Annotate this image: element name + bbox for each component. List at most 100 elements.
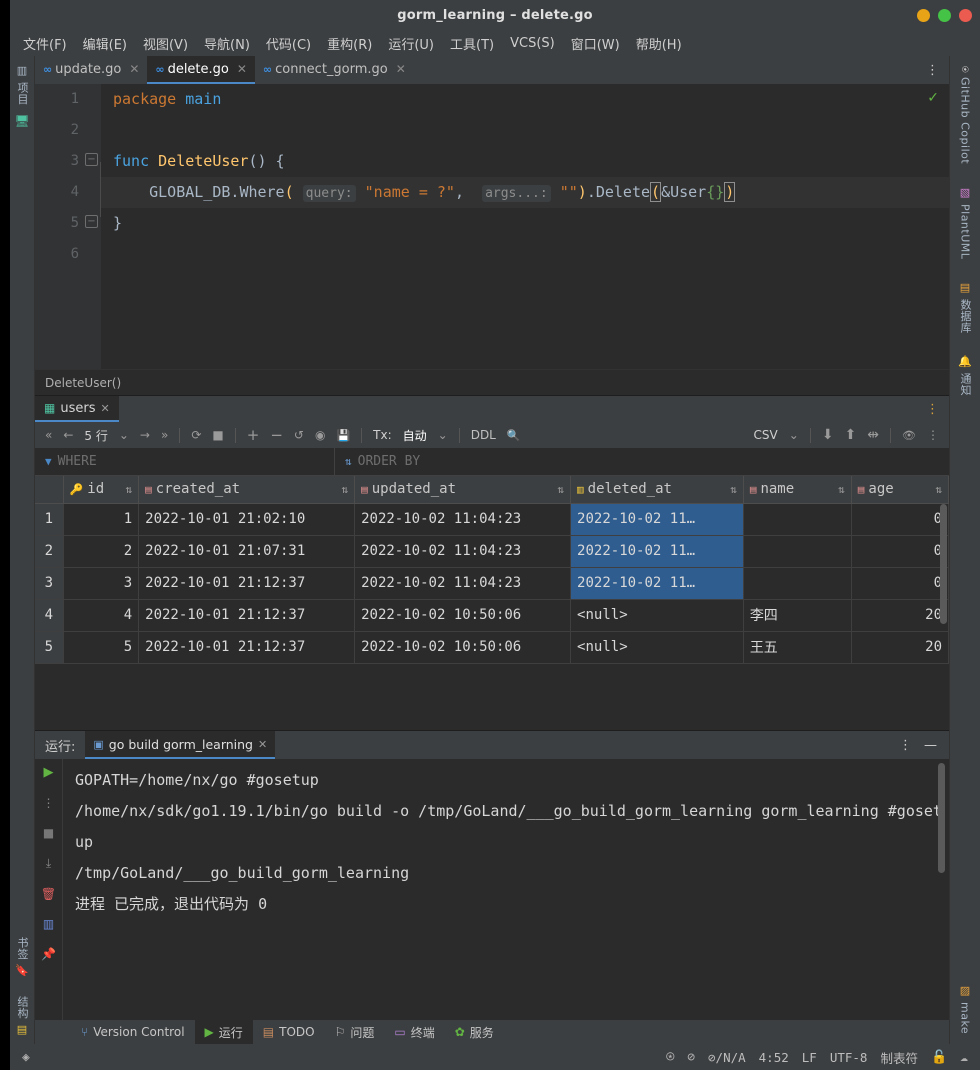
line-separator-label[interactable]: LF	[802, 1050, 817, 1065]
cell-deleted-at[interactable]: 2022-10-02 11…	[570, 567, 744, 600]
commit-icon[interactable]: 🖥	[14, 115, 29, 127]
caret-position-label[interactable]: 4:52	[759, 1050, 789, 1065]
sort-indicator-icon[interactable]: ⇅	[730, 483, 737, 496]
import-data-button[interactable]: ⬆	[841, 427, 861, 443]
cell-updated-at[interactable]: 2022-10-02 11:04:23	[354, 567, 572, 600]
cell-deleted-at[interactable]: 2022-10-02 11…	[570, 503, 744, 536]
cell-age[interactable]: 20	[851, 631, 949, 664]
cloud-icon[interactable]: ☁	[960, 1050, 968, 1065]
table-row[interactable]: 1 1 2022-10-01 21:02:10 2022-10-02 11:04…	[35, 503, 949, 536]
ddl-button[interactable]: DDL	[467, 428, 500, 442]
cell-created-at[interactable]: 2022-10-01 21:02:10	[138, 503, 356, 536]
cell-id[interactable]: 1	[63, 503, 140, 536]
chevron-down-icon[interactable]: ⌄	[785, 428, 803, 442]
fold-collapse-icon[interactable]: −	[85, 153, 98, 166]
sort-indicator-icon[interactable]: ⇅	[557, 483, 564, 496]
column-header-id[interactable]: 🔑 id ⇅	[63, 476, 140, 504]
tool-window-version-control[interactable]: ⑂ Version Control	[71, 1020, 195, 1044]
sidebar-item-make[interactable]: ▨ make	[959, 980, 972, 1038]
cell-deleted-at[interactable]: <null>	[570, 631, 744, 664]
cell-deleted-at[interactable]: 2022-10-02 11…	[570, 535, 744, 568]
menu-item-refactor[interactable]: 重构(R)	[320, 32, 379, 55]
menu-item-code[interactable]: 代码(C)	[259, 32, 318, 55]
column-header-age[interactable]: ▤ age ⇅	[851, 476, 949, 504]
cell-created-at[interactable]: 2022-10-01 21:07:31	[138, 535, 356, 568]
menu-item-vcs[interactable]: VCS(S)	[503, 34, 562, 53]
sidebar-item-notifications[interactable]: 🔔 通知	[957, 351, 973, 400]
cell-updated-at[interactable]: 2022-10-02 10:50:06	[354, 599, 572, 632]
run-minimize-button[interactable]: —	[924, 738, 937, 753]
cell-name[interactable]: 李四	[743, 599, 852, 632]
menu-item-file[interactable]: 文件(F)	[16, 32, 74, 55]
run-configuration-tab[interactable]: ▣ go build gorm_learning ✕	[85, 731, 276, 759]
database-more-button[interactable]: ⋮	[923, 428, 943, 442]
close-icon[interactable]: ✕	[237, 62, 247, 76]
tool-window-todo[interactable]: ▤ TODO	[253, 1020, 325, 1044]
cell-id[interactable]: 3	[63, 567, 140, 600]
run-options-icon[interactable]: ⋮	[43, 796, 55, 810]
close-icon[interactable]: ✕	[129, 62, 139, 76]
cell-name[interactable]	[743, 567, 852, 600]
menu-item-navigate[interactable]: 导航(N)	[197, 32, 257, 55]
breadcrumb[interactable]: DeleteUser()	[35, 369, 949, 395]
first-page-button[interactable]: «	[41, 428, 56, 442]
editor-tabs-more-button[interactable]: ⋮	[916, 56, 949, 84]
cell-deleted-at[interactable]: <null>	[570, 599, 744, 632]
tool-window-problems[interactable]: ⚐ 问题	[325, 1020, 385, 1044]
minimize-button[interactable]	[917, 8, 930, 22]
refresh-button[interactable]: ⟳	[187, 428, 205, 442]
menu-item-window[interactable]: 窗口(W)	[564, 32, 627, 55]
table-row[interactable]: 3 3 2022-10-01 21:12:37 2022-10-02 11:04…	[35, 567, 949, 600]
sidebar-item-project[interactable]: ▥ 项目	[14, 60, 30, 109]
inspection-ok-icon[interactable]: ✓	[927, 90, 939, 106]
close-icon[interactable]: ✕	[258, 738, 267, 751]
database-tab-users[interactable]: ▦ users ✕	[35, 396, 119, 422]
close-icon[interactable]: ✕	[100, 402, 109, 415]
cell-created-at[interactable]: 2022-10-01 21:12:37	[138, 599, 356, 632]
cell-name[interactable]	[743, 535, 852, 568]
column-header-created-at[interactable]: ▤ created_at ⇅	[138, 476, 356, 504]
editor-tab-delete-go[interactable]: ∞ delete.go ✕	[147, 56, 255, 84]
sort-indicator-icon[interactable]: ⇅	[341, 483, 348, 496]
layout-icon[interactable]: ▥	[43, 917, 54, 931]
cell-id[interactable]: 2	[63, 535, 140, 568]
database-tab-more-button[interactable]: ⋮	[916, 396, 949, 422]
sort-indicator-icon[interactable]: ⇅	[935, 483, 942, 496]
transaction-mode-value[interactable]: 自动	[399, 427, 431, 444]
view-value-button[interactable]: ◉	[311, 428, 329, 442]
tool-window-terminal[interactable]: ▭ 终端	[384, 1020, 444, 1044]
table-row[interactable]: 5 5 2022-10-01 21:12:37 2022-10-02 10:50…	[35, 631, 949, 664]
stop-button[interactable]: ■	[208, 428, 227, 442]
chevron-down-icon[interactable]: ⌄	[115, 428, 133, 442]
console-vertical-scrollbar[interactable]	[938, 763, 945, 873]
stop-icon[interactable]: ■	[43, 826, 54, 840]
scroll-to-end-icon[interactable]: ⤓	[46, 856, 51, 871]
table-row[interactable]: 2 2 2022-10-01 21:07:31 2022-10-02 11:04…	[35, 535, 949, 568]
close-button[interactable]	[959, 8, 972, 22]
menu-item-help[interactable]: 帮助(H)	[629, 32, 689, 55]
indent-label[interactable]: 制表符	[880, 1048, 918, 1067]
close-icon[interactable]: ✕	[396, 62, 406, 76]
inspection-icon[interactable]: ⊘	[687, 1050, 695, 1065]
cell-name[interactable]	[743, 503, 852, 536]
cell-age[interactable]: 0	[851, 567, 949, 600]
export-data-button[interactable]: ⬇	[818, 427, 838, 443]
cell-id[interactable]: 4	[63, 599, 140, 632]
cell-updated-at[interactable]: 2022-10-02 11:04:23	[354, 503, 572, 536]
sort-indicator-icon[interactable]: ⇅	[838, 483, 845, 496]
run-more-button[interactable]: ⋮	[899, 738, 912, 753]
sidebar-item-plantuml[interactable]: ▧ PlantUML	[959, 182, 972, 263]
tool-window-services[interactable]: ✿ 服务	[445, 1020, 504, 1044]
prev-page-button[interactable]: ←	[59, 428, 77, 442]
fold-end-icon[interactable]: −	[85, 215, 98, 228]
table-row[interactable]: 4 4 2022-10-01 21:12:37 2022-10-02 10:50…	[35, 599, 949, 632]
compare-button[interactable]: ⇹	[863, 427, 883, 443]
column-header-deleted-at[interactable]: ▥ deleted_at ⇅	[570, 476, 744, 504]
delete-row-button[interactable]: −	[266, 426, 287, 444]
search-icon[interactable]: 🔍	[503, 429, 525, 442]
result-grid[interactable]: 🔑 id ⇅ ▤ created_at ⇅ ▤ updated_at ⇅ ▥ d…	[35, 476, 949, 730]
cell-age[interactable]: 0	[851, 503, 949, 536]
export-format-value[interactable]: CSV	[750, 428, 782, 442]
menu-item-view[interactable]: 视图(V)	[136, 32, 195, 55]
revert-button[interactable]: ↺	[290, 428, 308, 442]
